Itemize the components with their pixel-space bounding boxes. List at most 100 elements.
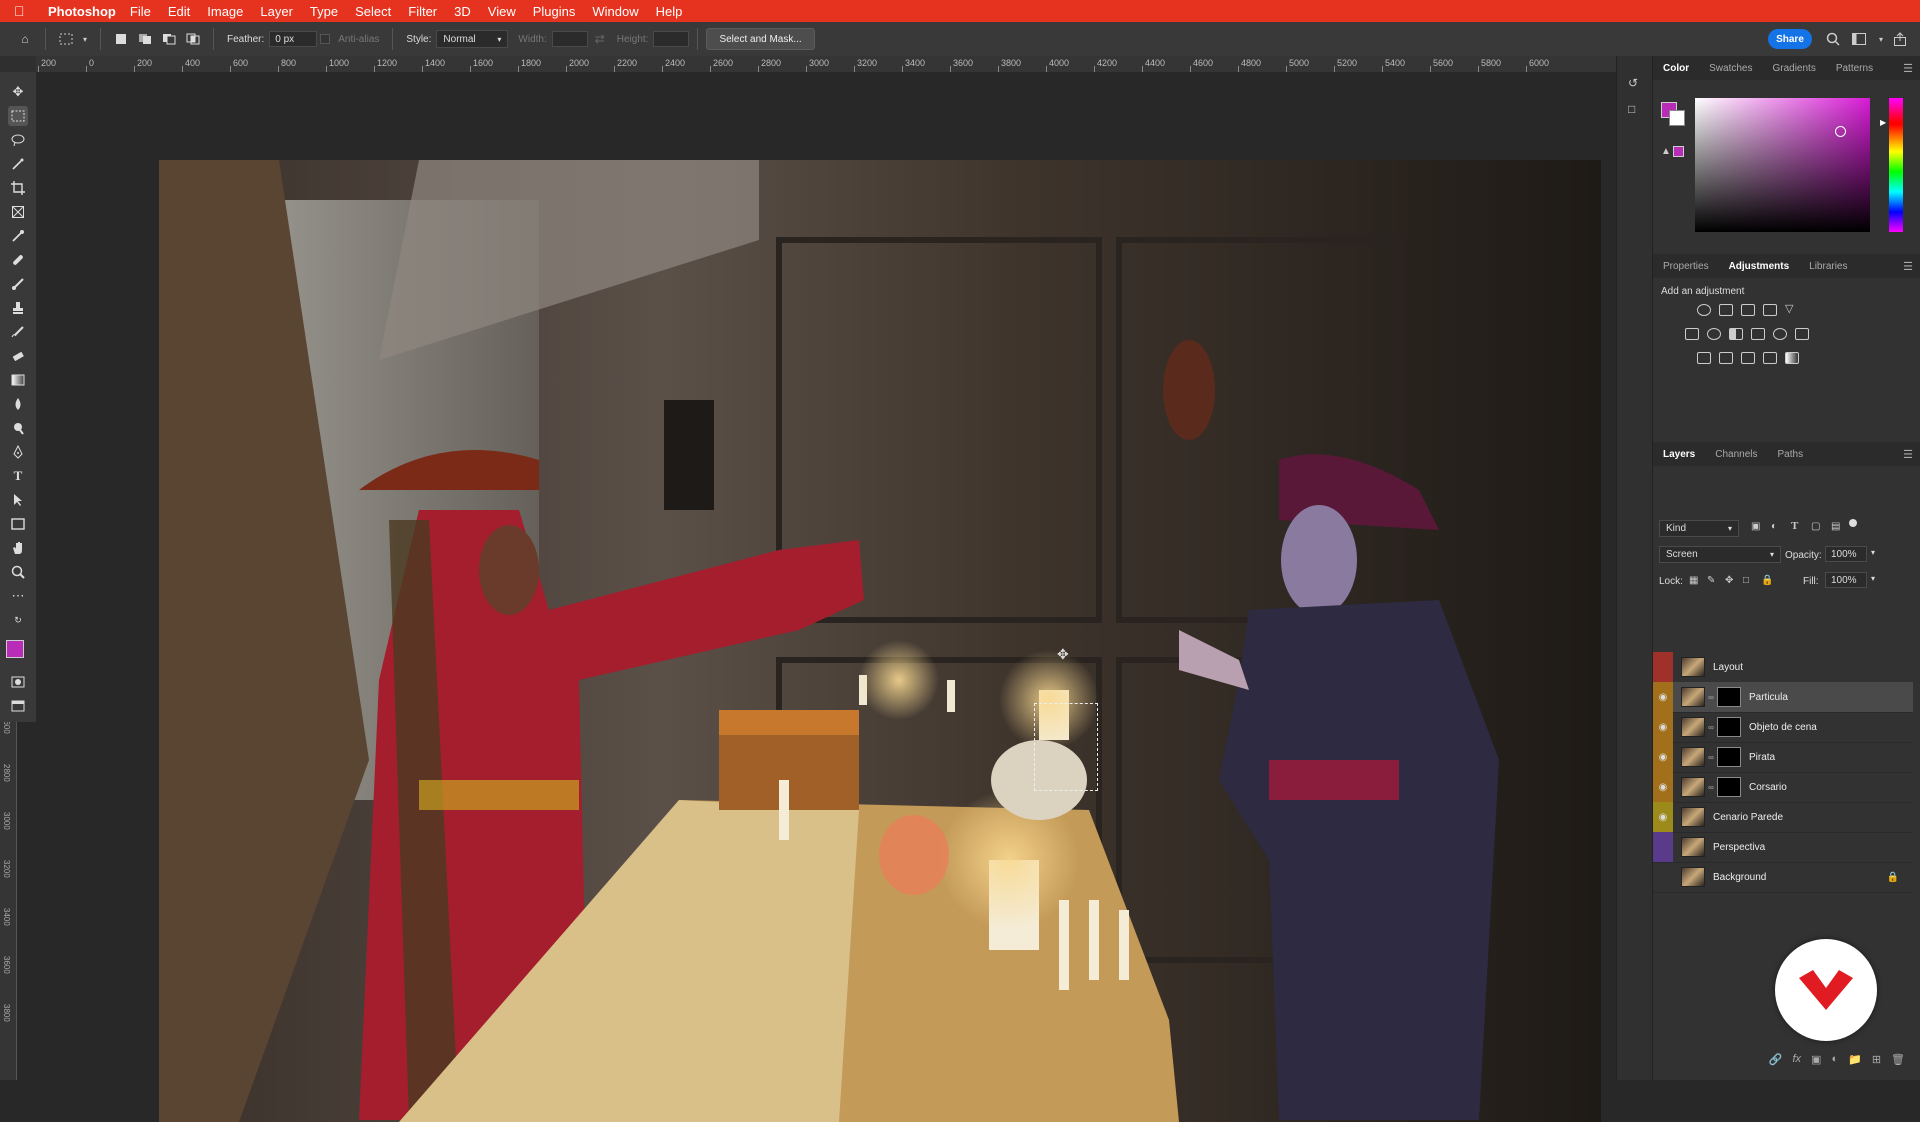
new-layer-icon[interactable]: ⊞ (1872, 1053, 1881, 1066)
layer-row[interactable]: Background 🔒 (1653, 862, 1913, 893)
frame-tool-icon[interactable] (8, 202, 28, 222)
rectangle-selection-marquee[interactable] (1034, 703, 1098, 791)
apple-icon[interactable]:  (14, 3, 38, 19)
style-select[interactable]: Normal ▾ (436, 30, 509, 48)
layer-thumbnail[interactable] (1681, 837, 1705, 857)
add-selection-icon[interactable] (136, 30, 154, 48)
exposure-icon[interactable] (1763, 304, 1777, 316)
tab-libraries[interactable]: Libraries (1809, 261, 1847, 272)
posterize-icon[interactable] (1719, 352, 1733, 364)
pen-tool-icon[interactable] (8, 442, 28, 462)
levels-icon[interactable] (1719, 304, 1733, 316)
gradient-map-icon[interactable] (1785, 352, 1799, 364)
layer-row[interactable]: Perspectiva (1653, 832, 1913, 863)
layer-row[interactable]: ◉ Cenario Parede (1653, 802, 1913, 833)
layer-thumbnail[interactable] (1681, 717, 1705, 737)
menu-file[interactable]: File (130, 4, 151, 19)
brightness-contrast-icon[interactable] (1697, 304, 1711, 316)
layer-name[interactable]: Background (1713, 872, 1766, 883)
layer-mask-thumbnail[interactable] (1717, 717, 1741, 737)
menu-view[interactable]: View (488, 4, 516, 19)
layer-mask-thumbnail[interactable] (1717, 687, 1741, 707)
blend-mode-select[interactable]: Screen ▾ (1659, 546, 1781, 563)
hue-saturation-icon[interactable] (1685, 328, 1699, 340)
hand-tool-icon[interactable] (8, 538, 28, 558)
layer-thumbnail[interactable] (1681, 777, 1705, 797)
layer-thumbnail[interactable] (1681, 807, 1705, 827)
menu-image[interactable]: Image (207, 4, 243, 19)
link-layers-icon[interactable]: 🔗 (1769, 1053, 1783, 1066)
menu-3d[interactable]: 3D (454, 4, 471, 19)
panel-menu-icon[interactable]: ☰ (1903, 62, 1913, 75)
chevron-down-icon[interactable]: ▾ (1873, 31, 1889, 47)
swap-colors-icon[interactable]: ↻ (8, 610, 28, 630)
canvas-area[interactable]: ✥ (37, 72, 1616, 1122)
menu-plugins[interactable]: Plugins (533, 4, 576, 19)
threshold-icon[interactable] (1741, 352, 1755, 364)
history-brush-tool-icon[interactable] (8, 322, 28, 342)
black-white-icon[interactable] (1729, 328, 1743, 340)
mask-link-icon[interactable]: ∞ (1707, 753, 1715, 762)
gradient-tool-icon[interactable] (8, 370, 28, 390)
layer-row[interactable]: Layout (1653, 652, 1913, 683)
add-mask-icon[interactable]: ▣ (1811, 1053, 1821, 1066)
filter-toggle-icon[interactable] (1849, 519, 1857, 527)
menu-filter[interactable]: Filter (408, 4, 437, 19)
marquee-tool-preset-icon[interactable] (57, 30, 75, 48)
history-panel-icon[interactable]: ↺ (1628, 76, 1638, 90)
layer-thumbnail[interactable] (1681, 747, 1705, 767)
swap-icon[interactable]: ⇄ (591, 30, 609, 48)
crop-tool-icon[interactable] (8, 178, 28, 198)
document-canvas[interactable] (159, 160, 1601, 1122)
type-tool-icon[interactable]: T (8, 466, 28, 486)
filter-type-icon[interactable]: T (1791, 520, 1798, 532)
color-panel-background-swatch[interactable] (1669, 110, 1685, 126)
tab-layers[interactable]: Layers (1663, 449, 1695, 460)
quick-mask-icon[interactable] (8, 672, 28, 692)
antialias-checkbox[interactable] (320, 30, 331, 48)
chevron-down-icon[interactable]: ▾ (81, 30, 89, 48)
hue-slider-pointer-icon[interactable]: ▶ (1880, 118, 1886, 127)
menu-select[interactable]: Select (355, 4, 391, 19)
filter-adjustment-icon[interactable]: ◐ (1771, 521, 1777, 532)
vibrance-icon[interactable]: ▽ (1785, 302, 1793, 315)
eraser-tool-icon[interactable] (8, 346, 28, 366)
layer-visibility-eye-icon[interactable]: ◉ (1653, 802, 1673, 832)
layer-name[interactable]: Objeto de cena (1749, 722, 1817, 733)
selective-color-icon[interactable] (1763, 352, 1777, 364)
panel-menu-icon[interactable]: ☰ (1903, 448, 1913, 461)
fill-input[interactable]: 100% (1825, 572, 1867, 588)
zoom-tool-icon[interactable] (8, 562, 28, 582)
layer-thumbnail[interactable] (1681, 687, 1705, 707)
share-button[interactable]: Share (1768, 29, 1812, 49)
layer-name[interactable]: Particula (1749, 692, 1788, 703)
layer-visibility-eye-icon[interactable]: ◉ (1653, 772, 1673, 802)
tab-channels[interactable]: Channels (1715, 449, 1757, 460)
filter-pixel-icon[interactable]: ▣ (1751, 521, 1760, 532)
curves-icon[interactable] (1741, 304, 1755, 316)
saturation-brightness-picker[interactable] (1695, 98, 1870, 232)
layer-visibility-eye-icon[interactable]: ◉ (1653, 682, 1673, 712)
filter-shape-icon[interactable]: ▢ (1811, 521, 1820, 532)
layer-mask-thumbnail[interactable] (1717, 777, 1741, 797)
tab-swatches[interactable]: Swatches (1709, 63, 1752, 74)
layer-row[interactable]: ◉ ∞ Corsario (1653, 772, 1913, 803)
hue-slider[interactable] (1889, 98, 1903, 232)
layer-name[interactable]: Pirata (1749, 752, 1775, 763)
layer-mask-thumbnail[interactable] (1717, 747, 1741, 767)
layer-visibility-eye-icon[interactable]: ◉ (1653, 712, 1673, 742)
mask-link-icon[interactable]: ∞ (1707, 693, 1715, 702)
path-selection-tool-icon[interactable] (8, 490, 28, 510)
new-group-icon[interactable]: 📁 (1848, 1053, 1862, 1066)
layer-lock-icon[interactable]: 🔒 (1887, 872, 1899, 883)
new-adjustment-icon[interactable]: ◐ (1831, 1053, 1838, 1065)
lock-artboard-icon[interactable]: □ (1743, 575, 1749, 586)
share-doc-icon[interactable] (1892, 31, 1908, 47)
new-selection-icon[interactable] (112, 30, 130, 48)
move-tool-icon[interactable]: ✥ (8, 82, 28, 102)
menu-help[interactable]: Help (656, 4, 683, 19)
lock-pixels-icon[interactable]: ✎ (1707, 575, 1715, 586)
menu-type[interactable]: Type (310, 4, 338, 19)
layer-row[interactable]: ◉ ∞ Particula (1653, 682, 1913, 713)
width-input[interactable] (551, 31, 588, 47)
